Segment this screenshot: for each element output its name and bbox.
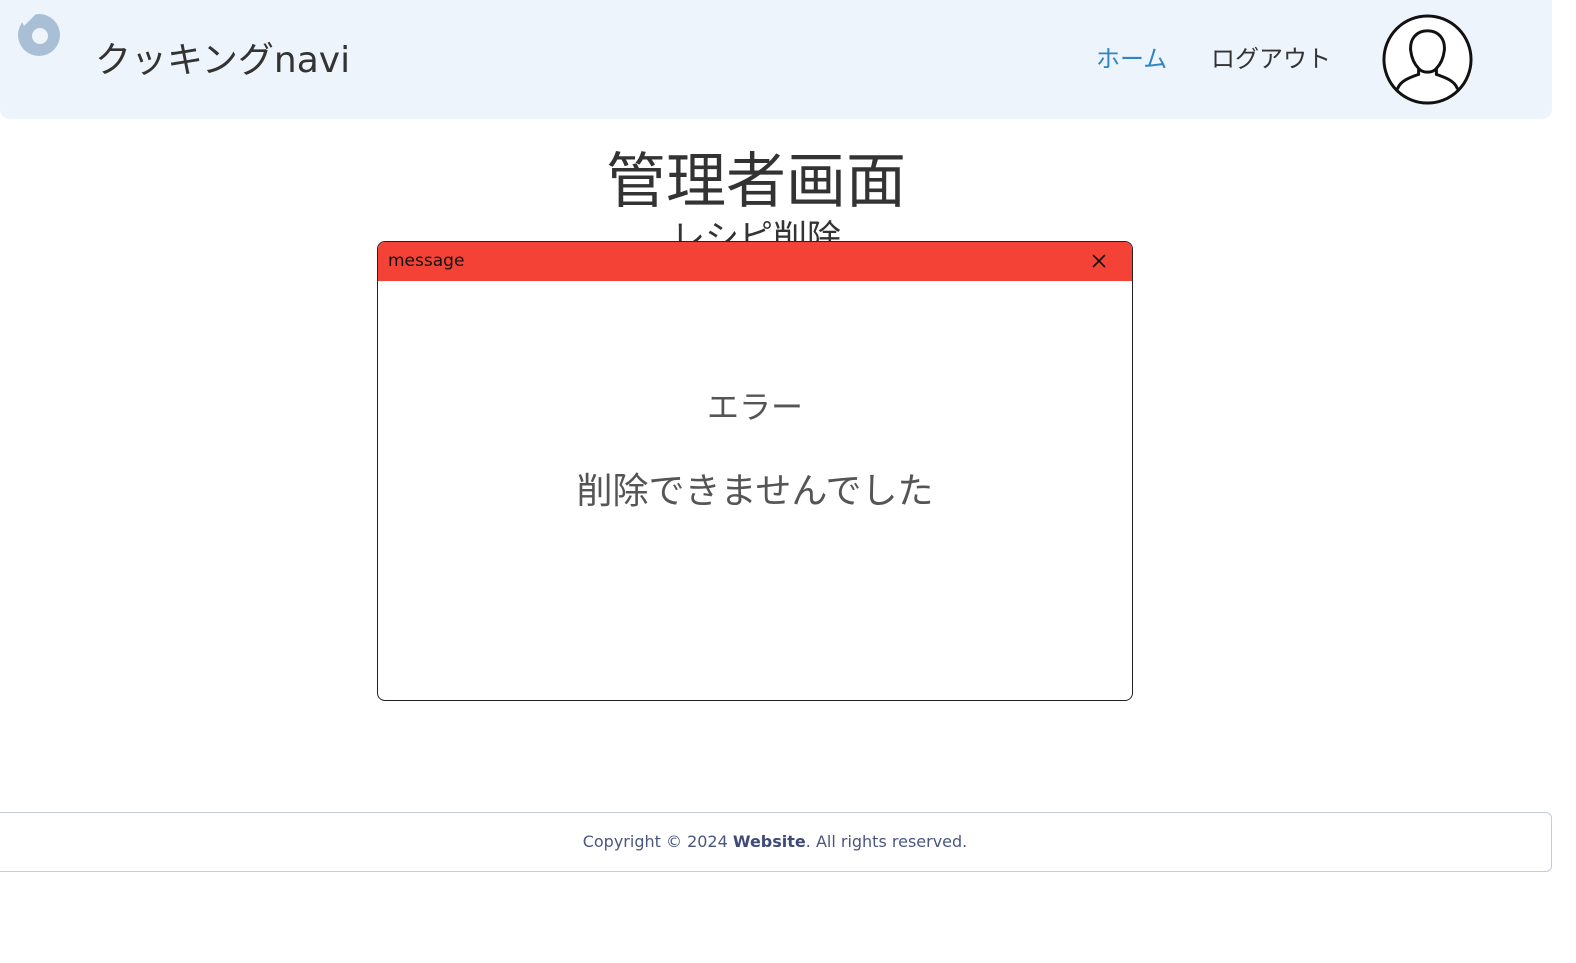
nav-home-link[interactable]: ホーム xyxy=(1096,39,1167,74)
logo-icon[interactable] xyxy=(16,12,62,58)
site-brand[interactable]: クッキングnavi xyxy=(95,31,350,83)
footer-copyright-prefix: Copyright © 2024 xyxy=(582,832,733,851)
nav-logout-link[interactable]: ログアウト xyxy=(1211,39,1331,74)
message-dialog: message エラー 削除できませんでした xyxy=(377,241,1133,701)
site-footer: Copyright © 2024 Website. All rights res… xyxy=(0,812,1552,872)
user-avatar-icon[interactable] xyxy=(1381,13,1474,106)
dialog-message: 削除できませんでした xyxy=(576,471,934,512)
dialog-heading: エラー xyxy=(706,388,803,426)
close-icon[interactable] xyxy=(1090,252,1108,270)
page-title: 管理者画面 xyxy=(606,147,906,217)
footer-site-name: Website xyxy=(732,832,806,851)
dialog-title: message xyxy=(388,251,465,271)
footer-copyright-suffix: . All rights reserved. xyxy=(805,832,968,851)
dialog-header: message xyxy=(378,242,1132,281)
site-header: クッキングnavi ホーム ログアウト xyxy=(0,0,1552,119)
